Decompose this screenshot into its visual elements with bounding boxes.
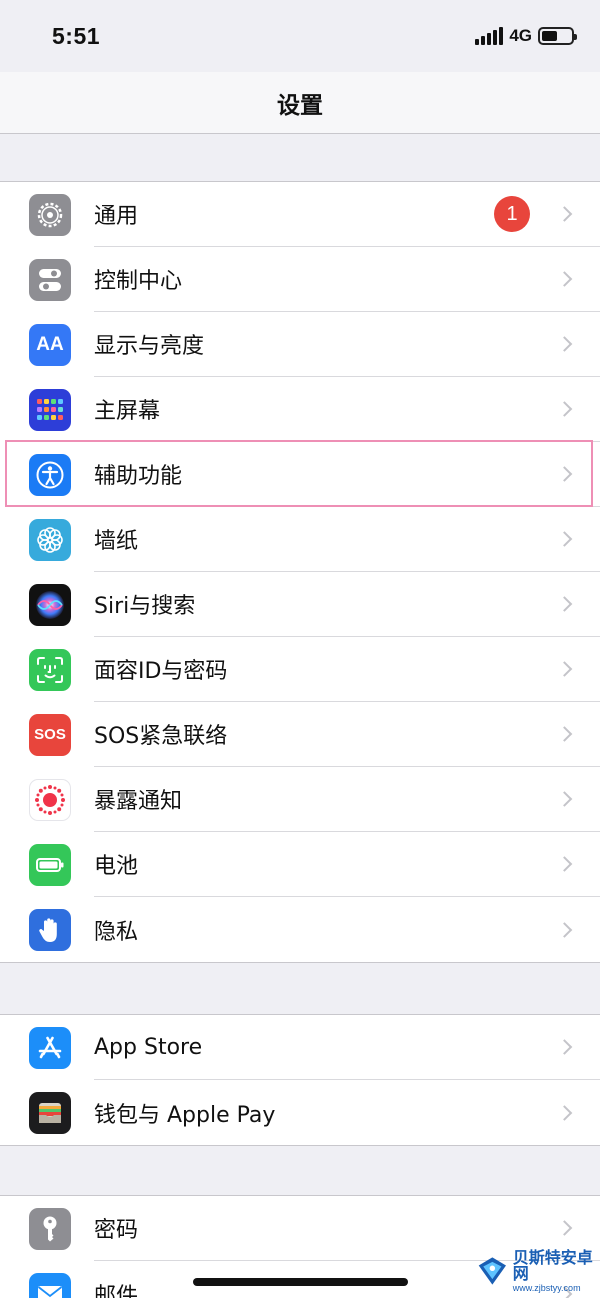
toggles-icon (29, 258, 71, 301)
navigation-bar: 设置 (0, 72, 600, 134)
key-icon (29, 1207, 71, 1250)
site-watermark: 贝斯特安卓网 www.zjbstyy.com (476, 1246, 600, 1296)
sos-icon: SOS (29, 713, 71, 756)
chevron-right-icon (556, 596, 573, 612)
chevron-right-icon (556, 726, 573, 742)
chevron-right-icon (556, 531, 573, 547)
hand-icon (29, 908, 71, 951)
chevron-right-icon (556, 856, 573, 872)
status-time: 5:51 (52, 22, 101, 49)
settings-item-label: 邮件 (94, 1283, 139, 1298)
settings-item-face-id-passcode[interactable]: 面容ID与密码 (0, 637, 600, 702)
settings-item-label: 钱包与 Apple Pay (94, 1102, 276, 1128)
settings-item-siri-search[interactable]: Siri与搜索 (0, 572, 600, 637)
siri-icon (29, 583, 71, 626)
flower-icon (29, 518, 71, 561)
settings-item-label: 辅助功能 (94, 464, 183, 489)
gear-icon (29, 193, 71, 236)
settings-item-label: 面容ID与密码 (94, 659, 228, 684)
settings-item-label: 隐私 (94, 919, 139, 945)
status-indicators: 4G (475, 26, 577, 46)
settings-item-label: 墙纸 (94, 529, 139, 554)
watermark-url: www.zjbstyy.com (512, 1282, 581, 1293)
settings-item-wallet-apple-pay[interactable]: 钱包与 Apple Pay (0, 1080, 600, 1145)
settings-item-label: 暴露通知 (94, 789, 183, 814)
settings-item-home-screen[interactable]: 主屏幕 (0, 377, 600, 442)
update-badge: 1 (494, 196, 530, 232)
chevron-right-icon (556, 1104, 573, 1121)
settings-group-main: 通用 1 控制中心 AA 显示与亮度 主屏幕 辅助功能 墙纸 Siri与搜索 面… (0, 181, 600, 963)
settings-item-label: App Store (94, 1034, 203, 1060)
settings-item-label: 控制中心 (94, 269, 183, 294)
settings-item-general[interactable]: 通用 1 (0, 182, 600, 247)
settings-item-label: 电池 (94, 854, 139, 879)
chevron-right-icon (556, 206, 573, 222)
face-id-icon (29, 648, 71, 691)
chevron-right-icon (556, 271, 573, 287)
chevron-right-icon (556, 466, 573, 482)
settings-item-label: Siri与搜索 (94, 594, 196, 619)
battery-status-icon (538, 27, 577, 45)
network-type: 4G (509, 26, 532, 45)
settings-item-label: 密码 (94, 1218, 139, 1243)
status-bar: 5:51 4G (0, 0, 600, 72)
settings-item-exposure-notifications[interactable]: 暴露通知 (0, 767, 600, 832)
chevron-right-icon (556, 921, 573, 938)
text-size-icon: AA (29, 323, 71, 366)
settings-item-label: 通用 (94, 204, 139, 229)
home-indicator[interactable] (193, 1278, 408, 1286)
settings-item-emergency-sos[interactable]: SOS SOS紧急联络 (0, 702, 600, 767)
chevron-right-icon (556, 791, 573, 807)
settings-item-display-brightness[interactable]: AA 显示与亮度 (0, 312, 600, 377)
app-store-icon (29, 1026, 71, 1069)
chevron-right-icon (556, 1039, 573, 1055)
settings-item-battery[interactable]: 电池 (0, 832, 600, 897)
wallet-icon (29, 1091, 71, 1134)
settings-item-app-store[interactable]: App Store (0, 1015, 600, 1080)
settings-item-label: 主屏幕 (94, 399, 161, 424)
page-title: 设置 (277, 92, 323, 119)
chevron-right-icon (556, 1220, 573, 1236)
settings-item-label: SOS紧急联络 (94, 724, 228, 749)
chevron-right-icon (556, 661, 573, 677)
settings-item-control-center[interactable]: 控制中心 (0, 247, 600, 312)
settings-item-wallpaper[interactable]: 墙纸 (0, 507, 600, 572)
settings-item-accessibility[interactable]: 辅助功能 (0, 442, 600, 507)
app-grid-icon (29, 388, 71, 431)
chevron-right-icon (556, 336, 573, 352)
settings-item-privacy[interactable]: 隐私 (0, 897, 600, 962)
watermark-title: 贝斯特安卓网 (512, 1247, 593, 1283)
settings-item-label: 显示与亮度 (94, 334, 205, 359)
mail-icon (29, 1272, 71, 1298)
signal-icon (475, 27, 504, 45)
battery-icon (29, 843, 71, 886)
accessibility-icon (29, 453, 71, 496)
watermark-logo-icon (478, 1257, 506, 1285)
exposure-icon (29, 778, 71, 821)
chevron-right-icon (556, 401, 573, 417)
settings-group-store: App Store 钱包与 Apple Pay (0, 1014, 600, 1146)
